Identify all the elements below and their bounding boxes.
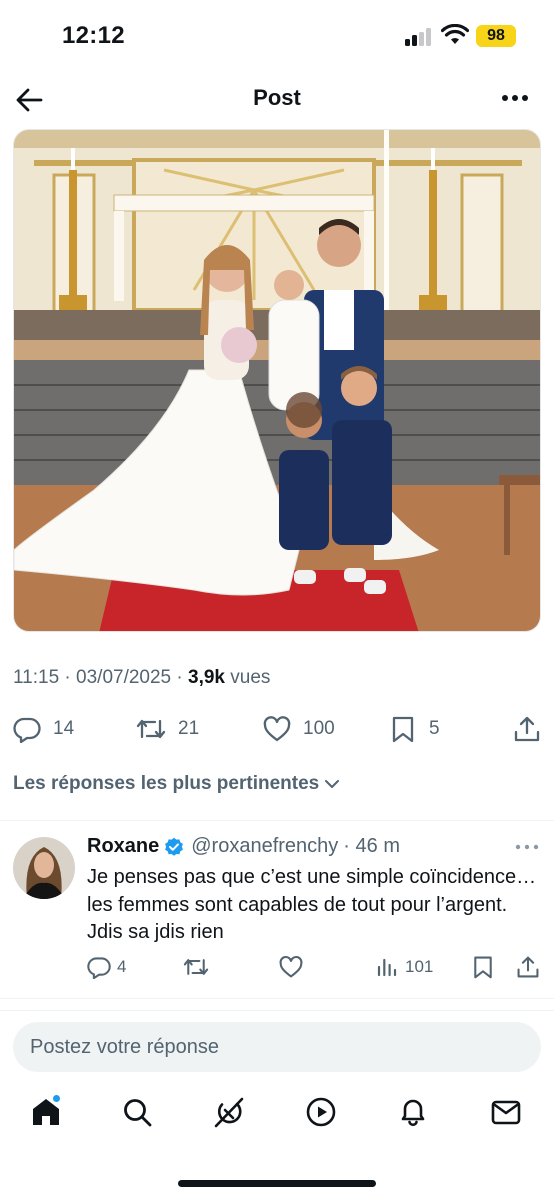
- repost-button[interactable]: 21: [136, 714, 199, 744]
- ellipsis-icon: [515, 844, 539, 850]
- repost-icon: [183, 959, 209, 975]
- page-title: Post: [253, 85, 301, 110]
- home-indicator: [178, 1180, 376, 1187]
- reply-bookmark-button[interactable]: [471, 952, 495, 982]
- post-date: 03/07/2025: [76, 667, 172, 688]
- reply-author-name[interactable]: Roxane: [87, 835, 159, 858]
- post-time: 11:15: [13, 667, 60, 688]
- reply-author-handle[interactable]: @roxanefrenchy: [191, 835, 338, 858]
- tab-home[interactable]: [30, 1094, 66, 1132]
- reply-reply-button[interactable]: 4: [87, 952, 126, 982]
- chevron-down-icon: [325, 780, 340, 788]
- post-image[interactable]: [13, 129, 541, 632]
- reply-icon: [13, 717, 41, 743]
- reply-icon: [87, 957, 111, 979]
- post-meta: 11:15 · 03/07/2025 · 3,9k vues: [13, 667, 271, 688]
- reply-reply-count: 4: [117, 957, 127, 976]
- tab-grok[interactable]: [213, 1096, 249, 1132]
- post-header: Post: [0, 76, 554, 122]
- views-label: vues: [230, 667, 271, 688]
- home-notification-dot: [52, 1094, 61, 1103]
- tab-video[interactable]: [305, 1096, 341, 1132]
- bookmark-button[interactable]: 5: [389, 714, 440, 744]
- heart-icon: [263, 716, 291, 742]
- ellipsis-icon: [502, 95, 528, 101]
- reply-views-button[interactable]: 101: [375, 952, 433, 982]
- post-actions: 14 21 100 5: [0, 706, 554, 750]
- reply-count: 14: [53, 718, 75, 739]
- notifications-icon: [401, 1099, 425, 1126]
- bookmark-icon: [392, 716, 414, 743]
- wifi-icon: [440, 23, 470, 46]
- like-count: 100: [303, 718, 335, 739]
- status-bar: 12:12 98: [0, 0, 554, 72]
- grok-icon: [214, 1097, 244, 1128]
- reply-compose-input[interactable]: Postez votre réponse: [13, 1022, 541, 1072]
- reply-repost-button[interactable]: [183, 952, 209, 982]
- replies-sort-label: Les réponses les plus pertinentes: [13, 773, 320, 794]
- reply-text: Je penses pas que c’est une simple coïnc…: [87, 866, 537, 943]
- avatar[interactable]: [13, 837, 75, 899]
- messages-icon: [491, 1100, 521, 1125]
- reply-more-button[interactable]: [514, 838, 540, 856]
- reply-item[interactable]: Roxane @roxanefrenchy · 46 m Je penses p…: [0, 826, 554, 998]
- heart-icon: [279, 955, 303, 978]
- reply-time: · 46 m: [343, 835, 400, 857]
- bookmark-icon: [474, 956, 492, 979]
- replies-sort-toggle[interactable]: Les réponses les plus pertinentes: [13, 773, 341, 795]
- status-time: 12:12: [62, 22, 125, 49]
- more-options-button[interactable]: [500, 86, 530, 110]
- like-button[interactable]: 100: [263, 714, 335, 744]
- repost-count: 21: [178, 718, 200, 739]
- reply-views-count: 101: [405, 957, 434, 976]
- reply-header: Roxane @roxanefrenchy · 46 m: [87, 835, 400, 858]
- analytics-icon: [377, 958, 397, 977]
- verified-badge-icon: [165, 837, 184, 856]
- cellular-signal-icon: [405, 28, 433, 46]
- tab-messages[interactable]: [490, 1096, 526, 1132]
- views-count: 3,9k: [188, 667, 225, 688]
- search-icon: [124, 1099, 152, 1127]
- share-icon: [514, 716, 540, 742]
- bottom-tab-bar: [0, 1088, 554, 1148]
- divider: [0, 1010, 554, 1011]
- share-button[interactable]: [513, 714, 541, 744]
- divider: [0, 820, 554, 821]
- tab-notifications[interactable]: [397, 1096, 433, 1132]
- avatar-image: [13, 837, 75, 899]
- reply-actions: 4 101: [0, 952, 554, 982]
- battery-indicator: 98: [476, 25, 516, 47]
- share-icon: [517, 956, 539, 978]
- reply-button[interactable]: 14: [13, 714, 74, 744]
- repost-icon: [136, 719, 166, 739]
- reply-share-button[interactable]: [516, 952, 540, 982]
- wedding-photo: [14, 130, 540, 631]
- divider: [0, 998, 554, 999]
- bookmark-count: 5: [429, 718, 440, 739]
- video-icon: [306, 1097, 336, 1127]
- reply-like-button[interactable]: [279, 952, 303, 982]
- tab-search[interactable]: [121, 1096, 157, 1132]
